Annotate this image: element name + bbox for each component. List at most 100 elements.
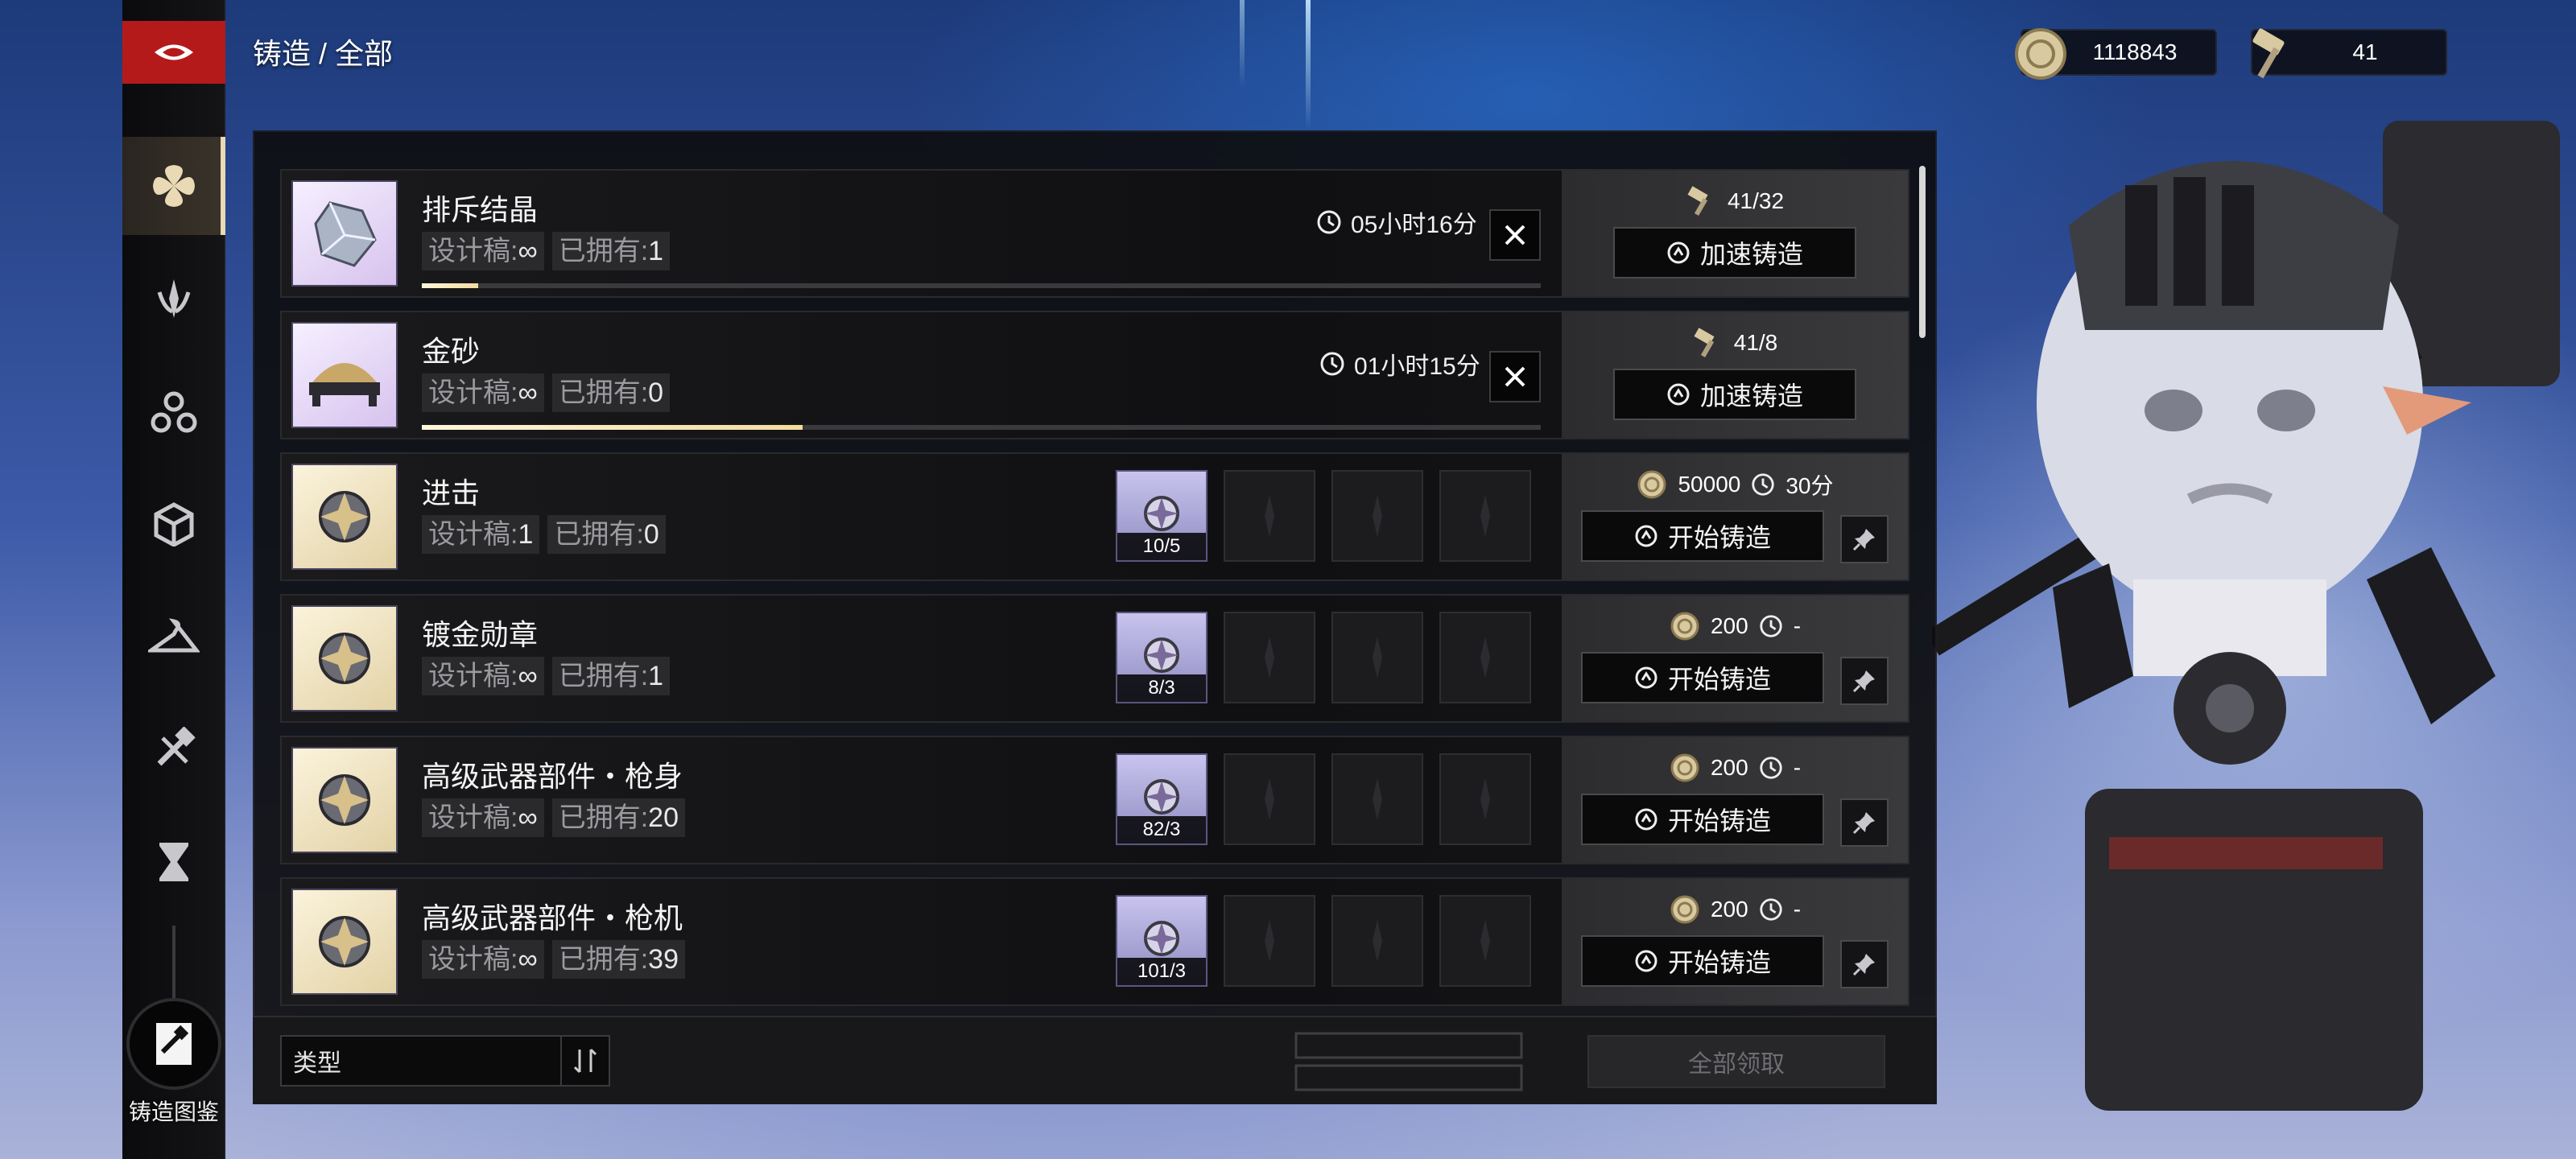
list-item[interactable]: 排斥结晶 设计稿:∞ 已拥有:1 05小时16分 41/32 加速铸造	[280, 169, 1909, 298]
material-slot-empty	[1331, 470, 1423, 562]
book-hammer-icon	[156, 1023, 192, 1065]
empty-slot-icon	[1480, 637, 1490, 678]
start-forge-button[interactable]: 开始铸造	[1581, 794, 1824, 845]
game-logo[interactable]	[122, 21, 225, 84]
material-slot-empty	[1331, 612, 1423, 703]
empty-slot-icon	[1480, 920, 1490, 962]
start-forge-button[interactable]: 开始铸造	[1581, 935, 1824, 987]
forge-progress	[422, 425, 1541, 430]
owned-label: 已拥有:	[554, 519, 644, 550]
list-item[interactable]: 高级武器部件・枪机 设计稿:∞ 已拥有:39 101/3 200 - 开始铸造	[280, 877, 1909, 1006]
empty-slot-icon	[1265, 778, 1274, 820]
start-forge-label: 开始铸造	[1667, 948, 1771, 977]
speed-up-button[interactable]: 加速铸造	[1613, 369, 1856, 420]
clock-icon	[1752, 473, 1775, 496]
pin-icon	[1852, 812, 1875, 835]
sidebar-item-weapon[interactable]	[122, 250, 225, 348]
start-forge-button[interactable]: 开始铸造	[1581, 652, 1824, 703]
material-count: 8/3	[1117, 674, 1206, 702]
owned-label: 已拥有:	[558, 236, 649, 266]
cube-icon	[154, 502, 194, 547]
material-slot[interactable]: 82/3	[1116, 753, 1208, 845]
type-filter-select[interactable]: 类型	[280, 1035, 610, 1087]
clock-icon	[1317, 210, 1341, 234]
watermark-logo	[1294, 1032, 1523, 1091]
collect-all-button[interactable]: 全部领取	[1587, 1035, 1885, 1088]
hammer-req-value: 41/32	[1727, 188, 1785, 213]
sidebar-item-hourglass[interactable]	[122, 813, 225, 911]
clock-icon	[1760, 898, 1782, 921]
forge-action-panel: 41/32 加速铸造	[1562, 171, 1908, 296]
cancel-forge-button[interactable]	[1489, 351, 1541, 402]
design-stat: 设计稿:∞	[422, 657, 544, 695]
speed-up-label: 加速铸造	[1699, 382, 1803, 410]
hammer-icon	[2252, 28, 2285, 79]
design-value: ∞	[518, 236, 538, 266]
empty-slot-icon	[1373, 778, 1382, 820]
arrow-circle-icon	[1667, 241, 1690, 264]
coin-counter: 1118843	[2015, 28, 2217, 80]
forge-cost: 200 -	[1562, 752, 1908, 784]
material-slot-empty	[1224, 895, 1315, 987]
list-item[interactable]: 高级武器部件・枪身 设计稿:∞ 已拥有:20 82/3 200 - 开始铸造	[280, 736, 1909, 864]
hammer-requirement: 41/8	[1562, 327, 1908, 359]
sidebar-item-cube[interactable]	[122, 475, 225, 573]
material-slot[interactable]: 10/5	[1116, 470, 1208, 562]
owned-label: 已拥有:	[558, 802, 649, 833]
sidebar-item-tools[interactable]	[122, 700, 225, 798]
pin-button[interactable]	[1840, 940, 1889, 988]
arrow-circle-icon	[1635, 666, 1657, 689]
clock-icon	[1760, 615, 1782, 637]
pin-icon	[1852, 954, 1875, 976]
design-label: 设计稿:	[428, 802, 518, 833]
material-slot[interactable]: 101/3	[1116, 895, 1208, 987]
forge-progress	[422, 283, 1541, 288]
sidebar-item-all[interactable]	[122, 137, 225, 235]
pin-button[interactable]	[1840, 657, 1889, 705]
material-slot-empty	[1224, 470, 1315, 562]
coin-icon	[1670, 612, 1699, 641]
cancel-forge-button[interactable]	[1489, 209, 1541, 261]
item-icon	[319, 491, 370, 542]
item-stats: 设计稿:∞ 已拥有:1	[422, 657, 671, 695]
speed-up-button[interactable]: 加速铸造	[1613, 227, 1856, 278]
sort-arrows-icon	[573, 1048, 597, 1074]
design-label: 设计稿:	[428, 944, 518, 975]
empty-slot-icon	[1265, 637, 1274, 678]
item-name: 高级武器部件・枪机	[422, 901, 683, 934]
forge-codex-button[interactable]: 铸造图鉴	[126, 998, 222, 1127]
start-forge-label: 开始铸造	[1667, 665, 1771, 694]
list-item[interactable]: 金砂 设计稿:∞ 已拥有:0 01小时15分 41/8 加速铸造	[280, 311, 1909, 439]
eye-logo-icon	[155, 44, 193, 60]
start-forge-button[interactable]: 开始铸造	[1581, 510, 1824, 562]
pin-button[interactable]	[1840, 515, 1889, 563]
time-cost: -	[1793, 755, 1802, 780]
list-scrollbar[interactable]	[1919, 166, 1926, 338]
item-name: 高级武器部件・枪身	[422, 760, 683, 793]
owned-value: 0	[643, 519, 659, 550]
sidebar-item-triad[interactable]	[122, 362, 225, 460]
material-slot-empty	[1439, 612, 1531, 703]
pin-icon	[1852, 529, 1875, 551]
owned-value: 1	[648, 661, 664, 691]
flower-icon	[153, 165, 195, 207]
list-item[interactable]: 进击 设计稿:1 已拥有:0 10/5 50000 30分 开始铸造	[280, 452, 1909, 581]
owned-label: 已拥有:	[558, 661, 649, 691]
codex-label: 铸造图鉴	[128, 1099, 219, 1124]
item-stats: 设计稿:∞ 已拥有:39	[422, 940, 685, 979]
material-slot-empty	[1331, 895, 1423, 987]
sidebar-item-hanger[interactable]	[122, 588, 225, 686]
coin-icon	[1670, 753, 1699, 782]
design-stat: 设计稿:∞	[422, 373, 544, 412]
item-stats: 设计稿:1 已拥有:0	[422, 515, 666, 554]
list-item[interactable]: 镀金勋章 设计稿:∞ 已拥有:1 8/3 200 - 开始铸造	[280, 594, 1909, 723]
type-filter-label: 类型	[293, 1050, 341, 1077]
arrow-circle-icon	[1635, 950, 1657, 972]
sort-toggle[interactable]	[560, 1037, 609, 1085]
material-slot-empty	[1439, 895, 1531, 987]
material-slot[interactable]: 8/3	[1116, 612, 1208, 703]
pin-button[interactable]	[1840, 798, 1889, 847]
codex-circle	[126, 998, 221, 1090]
material-slot-empty	[1224, 612, 1315, 703]
sand-tray-icon	[309, 363, 380, 406]
